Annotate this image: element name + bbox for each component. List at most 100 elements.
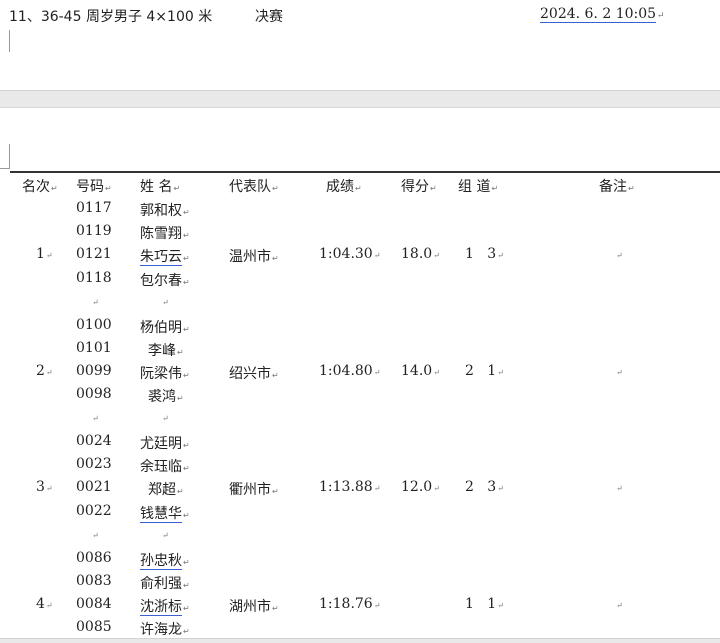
- paragraph-mark: ↵: [433, 251, 440, 261]
- bib-number-text: 0121: [76, 246, 112, 263]
- rank-cell-text: 3: [36, 479, 45, 496]
- athlete-name: 阮梁伟↵: [140, 363, 190, 383]
- paragraph-mark: ↵: [105, 184, 112, 193]
- datetime-text: 2024. 6. 2 10:05: [540, 6, 657, 23]
- page-gap: [0, 90, 720, 108]
- bib-number: 0084: [76, 596, 112, 612]
- paragraph-mark: ↵: [616, 251, 623, 261]
- team-cell-text: 湖州市: [229, 598, 271, 615]
- score-cell: 14.0↵: [401, 363, 440, 379]
- athlete-name: 俞利强↵: [140, 573, 190, 593]
- score-cell: 12.0↵: [401, 479, 440, 495]
- bib-number: 0085: [76, 619, 112, 635]
- team-cell-text: 衢州市: [229, 482, 271, 499]
- paragraph-mark: ↵: [177, 347, 184, 357]
- bib-number: 0119: [76, 223, 112, 239]
- col-result-header: 成绩↵: [326, 176, 362, 196]
- score-cell: 18.0↵: [401, 246, 440, 262]
- athlete-name: 孙忠秋↵: [140, 550, 190, 570]
- rank-cell: 3↵: [36, 479, 53, 495]
- athlete-name-text: 杨伯明: [140, 319, 182, 336]
- paragraph-mark: ↵: [497, 600, 504, 610]
- notes-cell: ↵: [615, 596, 623, 612]
- score-cell-text: 14.0: [401, 362, 433, 379]
- bib-number: 0098: [76, 386, 112, 402]
- paragraph-mark: ↵: [45, 251, 53, 261]
- athlete-name: 包尔春↵: [140, 270, 190, 290]
- empty-paragraph-mark: ↵: [91, 293, 99, 309]
- paragraph-mark: ↵: [183, 627, 190, 637]
- athlete-name-text: 裘鸿: [148, 389, 176, 406]
- bib-number-text: 0086: [76, 549, 112, 566]
- bib-number-text: 0083: [76, 572, 112, 589]
- event-datetime: 2024. 6. 2 10:05↵: [540, 6, 665, 23]
- paragraph-mark: ↵: [92, 530, 99, 540]
- paragraph-mark: ↵: [162, 414, 169, 424]
- bib-number-text: 0085: [76, 619, 112, 636]
- athlete-name-text: 余珏临: [140, 459, 182, 476]
- athlete-name-text: 朱巧云: [140, 249, 182, 267]
- athlete-name-text: 钱慧华: [140, 505, 182, 523]
- athlete-name: 许海龙↵: [140, 619, 190, 639]
- team-cell: 绍兴市↵: [229, 363, 279, 383]
- athlete-name-text: 沈浙标: [140, 598, 182, 616]
- result-cell-text: 1:18.76: [319, 595, 373, 612]
- bib-number-text: 0021: [76, 479, 112, 496]
- col-score-header: 得分↵: [401, 176, 437, 196]
- paragraph-mark: ↵: [373, 251, 381, 261]
- col-group-lane-header-text: 组 道: [458, 179, 491, 195]
- team-cell: 温州市↵: [229, 246, 279, 266]
- col-bib-header-text: 号码: [76, 179, 104, 195]
- paragraph-mark: ↵: [373, 367, 381, 377]
- paragraph-mark: ↵: [373, 484, 381, 494]
- athlete-name: 郭和权↵: [140, 200, 190, 220]
- col-rank-header-text: 名次: [22, 179, 50, 195]
- paragraph-mark: ↵: [497, 367, 504, 377]
- group-lane-cell: 2 3↵: [465, 479, 504, 495]
- notes-cell: ↵: [615, 479, 623, 495]
- athlete-name: 陈雪翔↵: [140, 223, 190, 243]
- athlete-name-text: 许海龙: [140, 622, 182, 639]
- bib-number-text: 0117: [76, 200, 112, 216]
- bib-number-text: 0022: [76, 502, 112, 519]
- col-rank-header: 名次↵: [22, 176, 58, 196]
- col-notes-header-text: 备注: [599, 179, 627, 195]
- paragraph-mark: ↵: [272, 184, 279, 193]
- paragraph-mark: ↵: [162, 530, 169, 540]
- bib-number: 0101: [76, 340, 112, 356]
- bib-number: 0021: [76, 479, 112, 495]
- paragraph-mark: ↵: [183, 580, 190, 590]
- paragraph-mark: ↵: [628, 184, 635, 193]
- rank-cell: 2↵: [36, 363, 53, 379]
- bib-number: 0121: [76, 246, 112, 262]
- paragraph-mark: ↵: [430, 184, 437, 193]
- bib-number-text: 0119: [76, 223, 112, 240]
- paragraph-mark: ↵: [355, 184, 362, 193]
- paragraph-mark: ↵: [92, 297, 99, 307]
- paragraph-mark: ↵: [433, 484, 440, 494]
- athlete-name-text: 郑超: [148, 482, 176, 499]
- notes-cell: ↵: [615, 363, 623, 379]
- paragraph-mark: ↵: [51, 184, 58, 193]
- athlete-name: 杨伯明↵: [140, 317, 190, 337]
- paragraph-mark: ↵: [497, 251, 504, 261]
- athlete-name-text: 陈雪翔: [140, 226, 182, 243]
- paragraph-mark: ↵: [183, 441, 190, 450]
- athlete-name-text: 俞利强: [140, 575, 182, 592]
- paragraph-mark: ↵: [497, 484, 504, 494]
- athlete-name: 裘鸿↵: [148, 386, 184, 406]
- athlete-name-text: 尤廷明: [140, 436, 182, 452]
- bib-number-text: 0098: [76, 386, 112, 403]
- paragraph-mark: ↵: [491, 184, 499, 193]
- bib-number-text: 0023: [76, 456, 112, 473]
- athlete-name-text: 李峰: [148, 342, 176, 359]
- athlete-name-text: 郭和权: [140, 203, 182, 219]
- empty-paragraph-mark: ↵: [91, 409, 99, 425]
- col-result-header-text: 成绩: [326, 179, 354, 195]
- athlete-name-text: 孙忠秋: [140, 552, 182, 570]
- paragraph-mark: ↵: [162, 297, 169, 307]
- team-cell-text: 绍兴市: [229, 365, 271, 382]
- bib-number: 0086: [76, 550, 112, 566]
- athlete-name: 尤廷明↵: [140, 433, 190, 453]
- paragraph-mark: ↵: [616, 484, 623, 494]
